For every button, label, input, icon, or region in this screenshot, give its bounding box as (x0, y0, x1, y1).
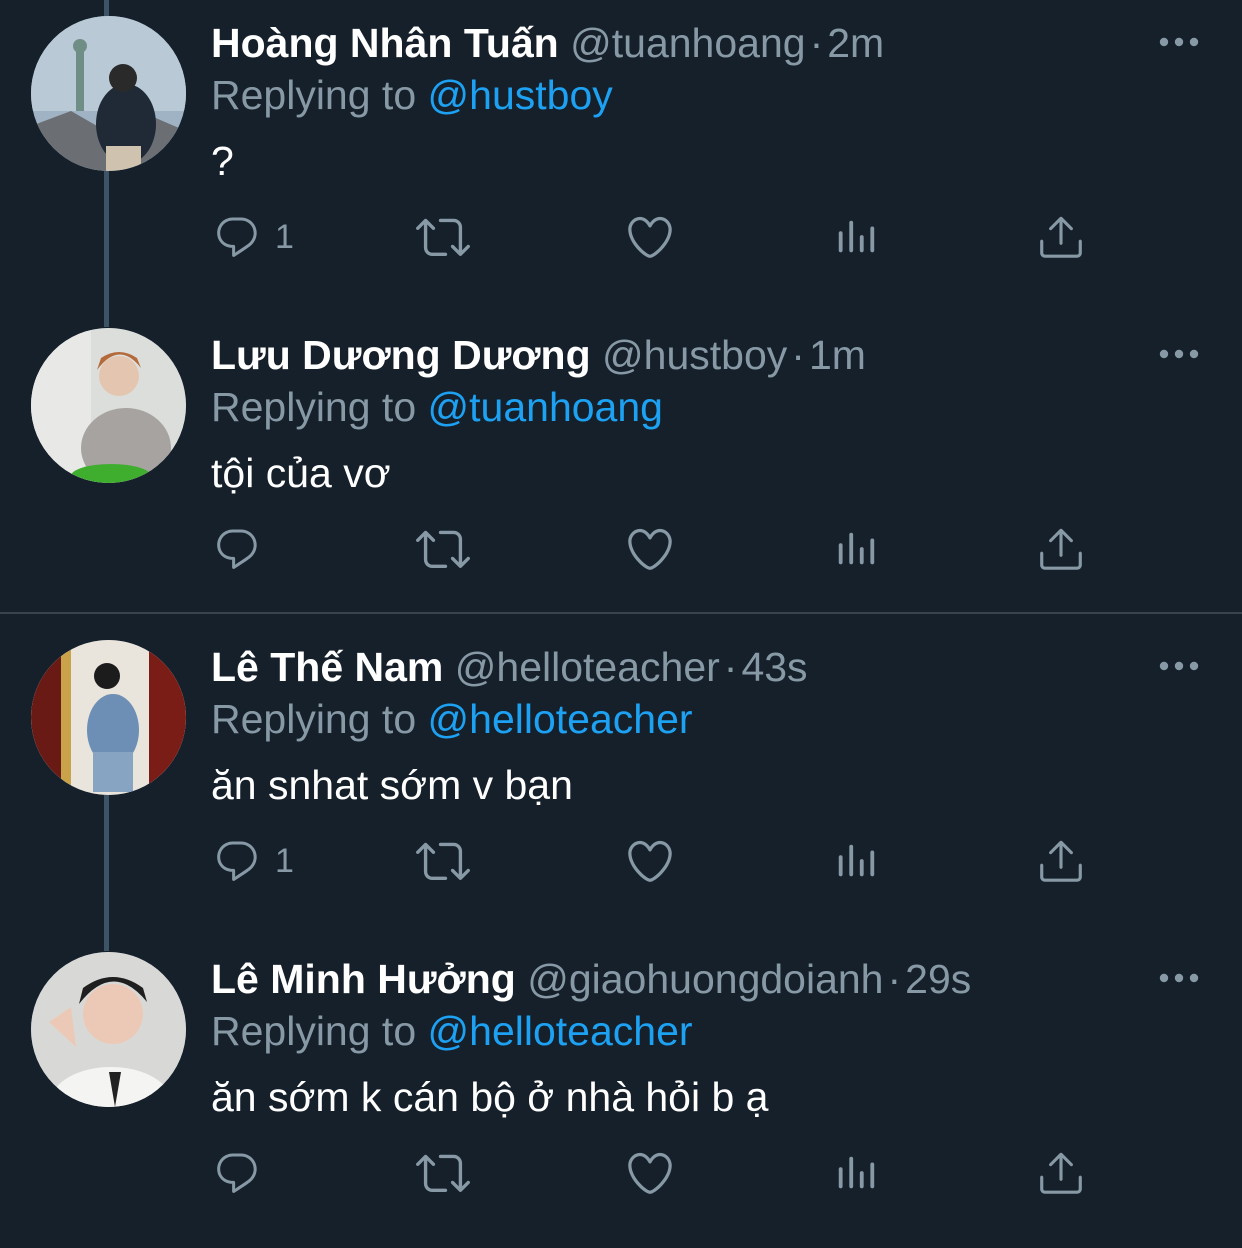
tweet[interactable]: Lê Thế Nam @helloteacher·43s Replying to… (0, 624, 1242, 936)
like-button[interactable] (624, 831, 676, 891)
reply-count: 1 (275, 217, 294, 256)
speech-bubble-icon (213, 525, 261, 573)
separator-dot: · (887, 956, 902, 1002)
reply-button[interactable]: 1 (213, 207, 294, 267)
replying-to-label: Replying to (211, 1008, 417, 1054)
reply-button[interactable] (213, 1143, 275, 1203)
tweet-actions (0, 519, 1242, 579)
tweet-header: Lưu Dương Dương @hustboy·1m (211, 330, 866, 380)
more-horizontal-icon (1158, 32, 1200, 52)
separator-dot: · (809, 20, 824, 66)
upload-arrow-icon (1036, 836, 1086, 886)
more-horizontal-icon (1158, 968, 1200, 988)
more-options-button[interactable] (1158, 656, 1200, 676)
tweet-header: Lê Minh Hưởng @giaohuongdoianh·29s (211, 954, 971, 1004)
retweet-arrows-icon (416, 834, 470, 888)
timestamp[interactable]: 1m (809, 332, 866, 378)
more-horizontal-icon (1158, 344, 1200, 364)
share-button[interactable] (1036, 519, 1086, 579)
heart-icon (624, 523, 676, 575)
mention-link[interactable]: @helloteacher (428, 696, 693, 742)
user-handle[interactable]: @helloteacher (455, 644, 720, 690)
user-handle[interactable]: @hustboy (602, 332, 787, 378)
share-button[interactable] (1036, 831, 1086, 891)
timestamp[interactable]: 2m (827, 20, 884, 66)
display-name[interactable]: Lưu Dương Dương (211, 332, 591, 378)
mention-link[interactable]: @hustboy (428, 72, 613, 118)
tweet-header: Hoàng Nhân Tuấn @tuanhoang·2m (211, 18, 884, 68)
views-button[interactable] (833, 831, 879, 891)
mention-link[interactable]: @helloteacher (428, 1008, 693, 1054)
avatar[interactable] (31, 16, 186, 171)
thread-divider (0, 612, 1242, 614)
upload-arrow-icon (1036, 524, 1086, 574)
tweet-text: ăn snhat sớm v bạn (211, 762, 573, 808)
share-button[interactable] (1036, 207, 1086, 267)
tweet-actions: 1 (0, 831, 1242, 891)
heart-icon (624, 835, 676, 887)
separator-dot: · (791, 332, 805, 378)
replying-to-label: Replying to (211, 72, 417, 118)
separator-dot: · (723, 644, 738, 690)
timestamp[interactable]: 43s (741, 644, 807, 690)
replying-to: Replying to @hustboy (211, 70, 613, 120)
timestamp[interactable]: 29s (905, 956, 971, 1002)
bar-chart-icon (833, 838, 879, 884)
share-button[interactable] (1036, 1143, 1086, 1203)
mention-link[interactable]: @tuanhoang (428, 384, 663, 430)
heart-icon (624, 1147, 676, 1199)
avatar[interactable] (31, 640, 186, 795)
avatar[interactable] (31, 952, 186, 1107)
replying-to-label: Replying to (211, 384, 417, 430)
speech-bubble-icon (213, 1149, 261, 1197)
speech-bubble-icon (213, 213, 261, 261)
more-options-button[interactable] (1158, 968, 1200, 988)
views-button[interactable] (833, 519, 879, 579)
retweet-button[interactable] (416, 519, 470, 579)
like-button[interactable] (624, 1143, 676, 1203)
upload-arrow-icon (1036, 212, 1086, 262)
tweet-header: Lê Thế Nam @helloteacher·43s (211, 642, 808, 692)
retweet-button[interactable] (416, 831, 470, 891)
upload-arrow-icon (1036, 1148, 1086, 1198)
user-handle[interactable]: @giaohuongdoianh (527, 956, 883, 1002)
display-name[interactable]: Lê Thế Nam (211, 644, 443, 690)
tweet[interactable]: Lưu Dương Dương @hustboy·1m Replying to … (0, 312, 1242, 624)
replying-to-label: Replying to (211, 696, 417, 742)
retweet-arrows-icon (416, 1146, 470, 1200)
tweet-text: ? (211, 138, 234, 184)
reply-button[interactable]: 1 (213, 831, 294, 891)
display-name[interactable]: Lê Minh Hưởng (211, 956, 516, 1002)
user-handle[interactable]: @tuanhoang (570, 20, 805, 66)
heart-icon (624, 211, 676, 263)
avatar[interactable] (31, 328, 186, 483)
retweet-arrows-icon (416, 210, 470, 264)
tweet[interactable]: Hoàng Nhân Tuấn @tuanhoang·2m Replying t… (0, 0, 1242, 312)
retweet-button[interactable] (416, 207, 470, 267)
views-button[interactable] (833, 1143, 879, 1203)
tweet-actions: 1 (0, 207, 1242, 267)
reply-button[interactable] (213, 519, 275, 579)
speech-bubble-icon (213, 837, 261, 885)
more-options-button[interactable] (1158, 32, 1200, 52)
more-horizontal-icon (1158, 656, 1200, 676)
bar-chart-icon (833, 214, 879, 260)
bar-chart-icon (833, 526, 879, 572)
like-button[interactable] (624, 207, 676, 267)
replying-to: Replying to @tuanhoang (211, 382, 663, 432)
tweet-text: tội của vơ (211, 450, 391, 496)
like-button[interactable] (624, 519, 676, 579)
tweet[interactable]: Lê Minh Hưởng @giaohuongdoianh·29s Reply… (0, 936, 1242, 1248)
display-name[interactable]: Hoàng Nhân Tuấn (211, 20, 559, 66)
more-options-button[interactable] (1158, 344, 1200, 364)
replying-to: Replying to @helloteacher (211, 1006, 693, 1056)
bar-chart-icon (833, 1150, 879, 1196)
replying-to: Replying to @helloteacher (211, 694, 693, 744)
tweet-actions (0, 1143, 1242, 1203)
reply-count: 1 (275, 841, 294, 880)
retweet-arrows-icon (416, 522, 470, 576)
tweet-text: ăn sớm k cán bộ ở nhà hỏi b ạ (211, 1074, 769, 1120)
retweet-button[interactable] (416, 1143, 470, 1203)
views-button[interactable] (833, 207, 879, 267)
